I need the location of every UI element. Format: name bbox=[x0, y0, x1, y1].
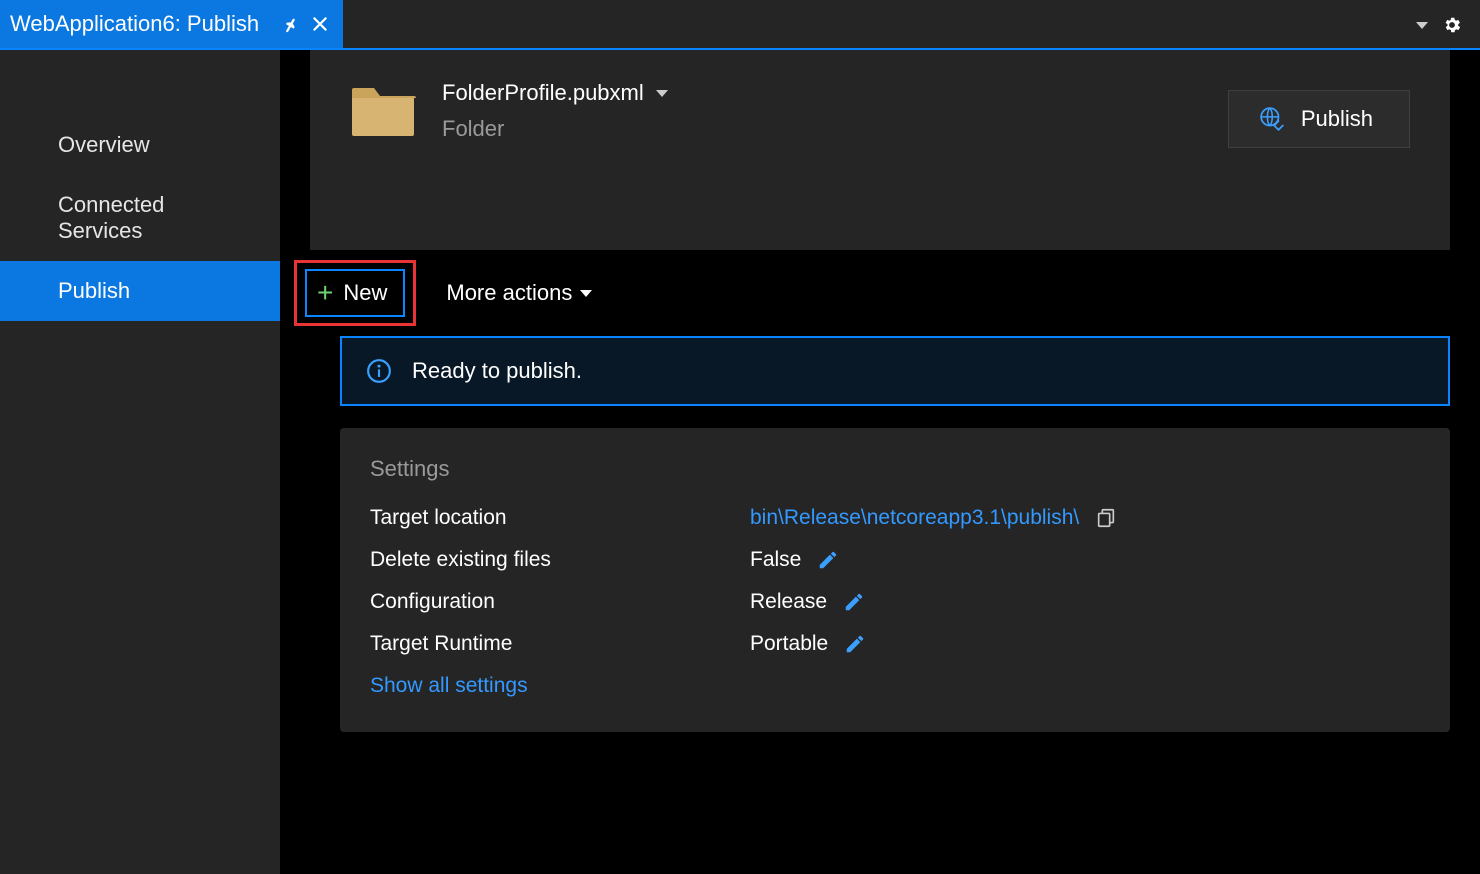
sidebar-item-publish[interactable]: Publish bbox=[0, 261, 280, 321]
sidebar-item-label: Overview bbox=[58, 132, 150, 157]
sidebar-item-label: Connected Services bbox=[58, 192, 164, 243]
setting-configuration: Configuration Release bbox=[370, 590, 1420, 614]
sidebar-item-connected-services[interactable]: Connected Services bbox=[0, 175, 280, 261]
sidebar-item-label: Publish bbox=[58, 278, 130, 303]
setting-value: Portable bbox=[750, 632, 828, 656]
new-button-highlight-box: + New bbox=[294, 260, 416, 326]
setting-target-runtime: Target Runtime Portable bbox=[370, 632, 1420, 656]
main-area: Overview Connected Services Publish Fold… bbox=[0, 50, 1480, 874]
new-button-label: New bbox=[343, 280, 387, 306]
edit-icon[interactable] bbox=[844, 633, 866, 655]
document-tab[interactable]: WebApplication6: Publish bbox=[0, 0, 343, 48]
status-info-box: Ready to publish. bbox=[340, 336, 1450, 406]
setting-value-link[interactable]: bin\Release\netcoreapp3.1\publish\ bbox=[750, 506, 1079, 530]
publish-button-label: Publish bbox=[1301, 106, 1373, 132]
setting-value: False bbox=[750, 548, 801, 572]
gear-icon[interactable] bbox=[1442, 15, 1462, 35]
content-area: FolderProfile.pubxml Folder Publish bbox=[280, 50, 1480, 874]
chevron-down-icon bbox=[580, 290, 592, 297]
document-tab-title: WebApplication6: Publish bbox=[10, 11, 259, 37]
setting-value: Release bbox=[750, 590, 827, 614]
edit-icon[interactable] bbox=[843, 591, 865, 613]
setting-label: Target location bbox=[370, 506, 750, 530]
profile-header: FolderProfile.pubxml Folder Publish bbox=[310, 50, 1450, 250]
setting-label: Delete existing files bbox=[370, 548, 750, 572]
more-actions-label: More actions bbox=[446, 280, 572, 306]
publish-icon bbox=[1259, 106, 1285, 132]
chevron-down-icon bbox=[656, 90, 668, 97]
edit-icon[interactable] bbox=[817, 549, 839, 571]
overflow-chevron-icon[interactable] bbox=[1416, 22, 1428, 29]
copy-icon[interactable] bbox=[1095, 507, 1117, 529]
profile-subtitle: Folder bbox=[442, 116, 668, 142]
close-icon[interactable] bbox=[311, 15, 329, 33]
info-icon bbox=[366, 358, 392, 384]
show-all-settings-link[interactable]: Show all settings bbox=[370, 674, 1420, 698]
folder-icon bbox=[350, 82, 416, 136]
new-button[interactable]: + New bbox=[305, 269, 405, 317]
more-actions-dropdown[interactable]: More actions bbox=[446, 280, 592, 306]
setting-delete-existing-files: Delete existing files False bbox=[370, 548, 1420, 572]
status-message: Ready to publish. bbox=[412, 358, 582, 384]
sidebar-item-overview[interactable]: Overview bbox=[0, 115, 280, 175]
profile-name: FolderProfile.pubxml bbox=[442, 80, 644, 106]
toolbar-row: + New More actions bbox=[280, 250, 1480, 336]
profile-select[interactable]: FolderProfile.pubxml bbox=[442, 80, 668, 106]
setting-target-location: Target location bin\Release\netcoreapp3.… bbox=[370, 506, 1420, 530]
setting-label: Configuration bbox=[370, 590, 750, 614]
tab-bar: WebApplication6: Publish bbox=[0, 0, 1480, 50]
setting-label: Target Runtime bbox=[370, 632, 750, 656]
sidebar: Overview Connected Services Publish bbox=[0, 50, 280, 874]
pin-icon[interactable] bbox=[279, 15, 297, 33]
plus-icon: + bbox=[317, 279, 333, 307]
publish-button[interactable]: Publish bbox=[1228, 90, 1410, 148]
settings-title: Settings bbox=[370, 456, 1420, 482]
settings-panel: Settings Target location bin\Release\net… bbox=[340, 428, 1450, 732]
